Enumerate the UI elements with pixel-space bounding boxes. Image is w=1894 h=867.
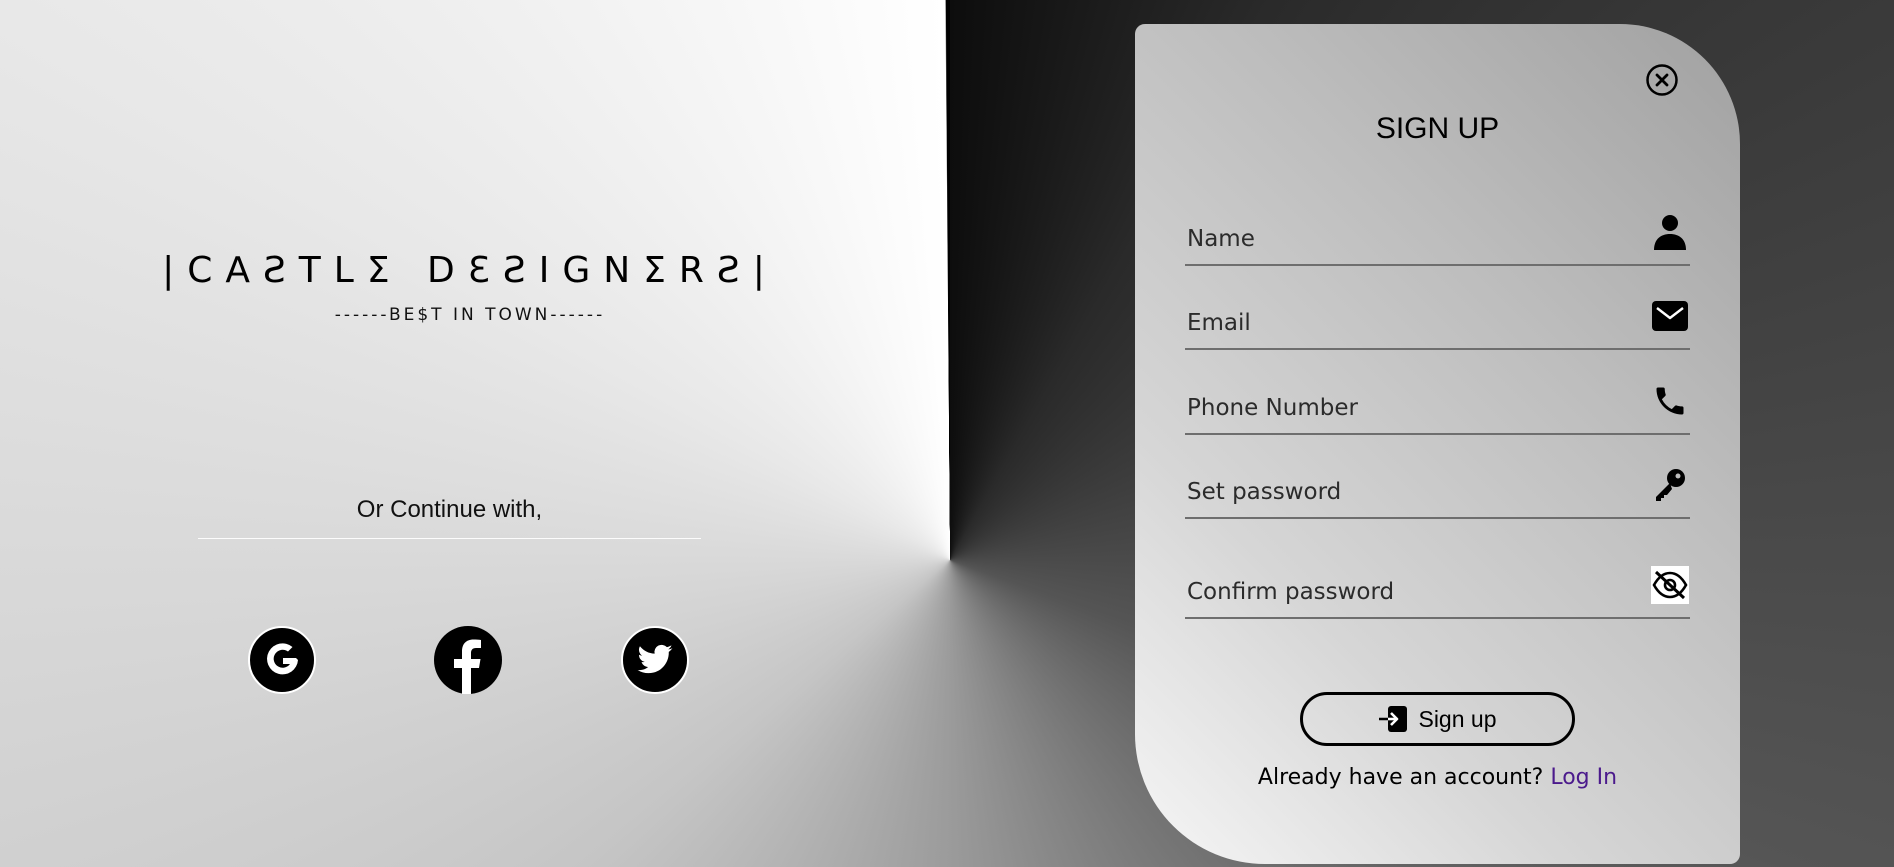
google-icon bbox=[267, 643, 298, 675]
key-icon bbox=[1650, 465, 1690, 505]
user-icon bbox=[1650, 212, 1690, 252]
phone-icon bbox=[1650, 381, 1690, 421]
confirm-password-field bbox=[1185, 559, 1690, 619]
envelope-icon bbox=[1650, 296, 1690, 336]
login-link[interactable]: Log In bbox=[1550, 765, 1617, 790]
twitter-icon bbox=[637, 644, 673, 674]
toggle-visibility-button[interactable] bbox=[1650, 565, 1690, 605]
continue-with-block: Or Continue with, bbox=[198, 496, 701, 539]
name-input[interactable] bbox=[1187, 222, 1617, 256]
close-icon bbox=[1646, 64, 1678, 96]
name-field bbox=[1185, 206, 1690, 266]
signup-title: SIGN UP bbox=[1375, 112, 1500, 145]
signup-button-label: Sign up bbox=[1418, 705, 1497, 732]
login-prompt-text: Already have an account? bbox=[1257, 765, 1544, 790]
brand-block: |CAƧTLƩ DƐƧIGNƩRƧ| ------BE$T IN TOWN---… bbox=[120, 250, 820, 325]
sign-in-icon bbox=[1378, 705, 1408, 733]
set-password-field bbox=[1185, 459, 1690, 519]
facebook-icon bbox=[454, 639, 481, 694]
close-button[interactable] bbox=[1646, 64, 1678, 96]
continue-divider bbox=[198, 538, 701, 539]
confirm-password-input[interactable] bbox=[1187, 575, 1617, 609]
brand-title: |CAƧTLƩ DƐƧIGNƩRƧ| bbox=[162, 250, 778, 291]
email-field bbox=[1185, 290, 1690, 350]
login-prompt-row: Already have an account? Log In bbox=[1135, 765, 1740, 790]
eye-slash-icon bbox=[1651, 566, 1689, 604]
google-login-button[interactable] bbox=[248, 626, 316, 694]
twitter-login-button[interactable] bbox=[621, 626, 689, 694]
continue-with-label: Or Continue with, bbox=[356, 496, 543, 523]
brand-tagline: ------BE$T IN TOWN------ bbox=[334, 305, 606, 325]
phone-field bbox=[1185, 375, 1690, 435]
signup-card: SIGN UP Name Email Phone Number Sign up … bbox=[1135, 24, 1740, 864]
signup-button[interactable]: Sign up bbox=[1300, 692, 1575, 746]
facebook-login-button[interactable] bbox=[434, 626, 502, 694]
set-password-input[interactable] bbox=[1187, 475, 1617, 509]
email-input[interactable] bbox=[1187, 306, 1617, 340]
phone-input[interactable] bbox=[1187, 391, 1617, 425]
